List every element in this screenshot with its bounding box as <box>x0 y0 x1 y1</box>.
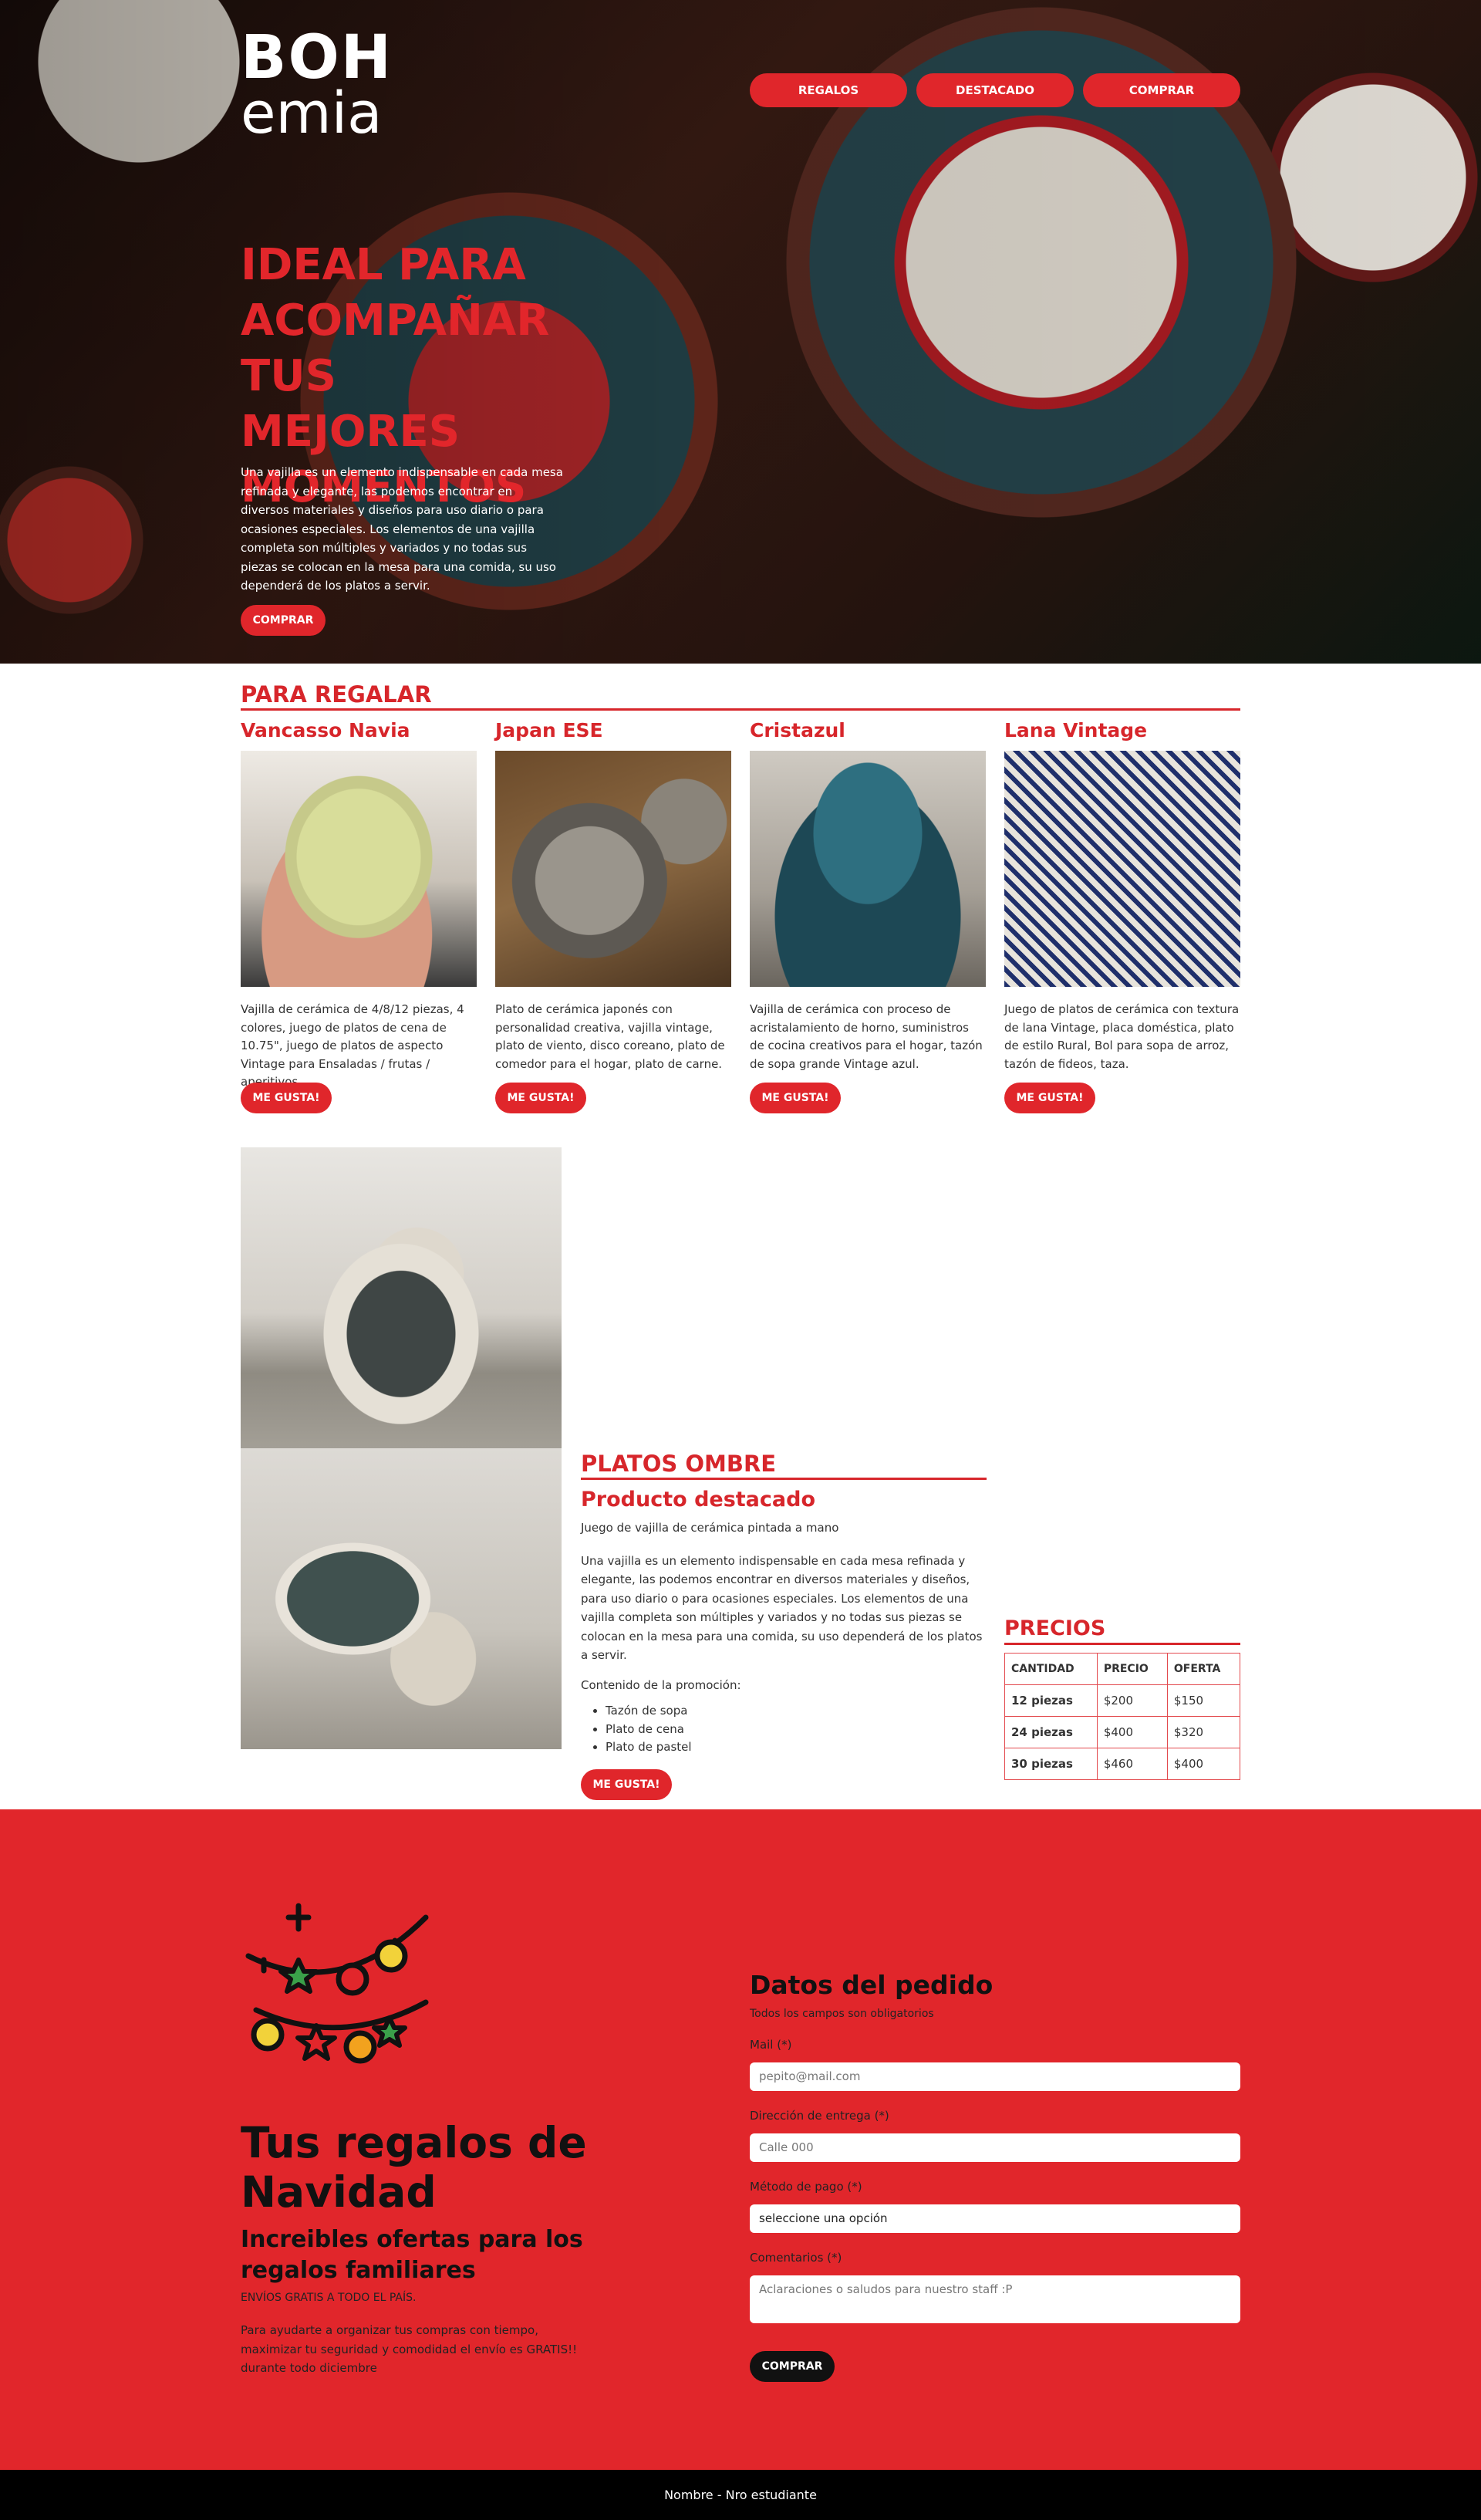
table-cell: $320 <box>1166 1716 1241 1748</box>
featured-items: Tazón de sopa Plato de cena Plato de pas… <box>606 1702 987 1757</box>
table-header: OFERTA <box>1166 1653 1241 1685</box>
order-section: Tus regalos de Navidad Increibles oferta… <box>0 1809 1481 2470</box>
like-button[interactable]: ME GUSTA! <box>241 1083 332 1113</box>
featured-subtitle: Producto destacado <box>581 1488 816 1512</box>
payment-label: Método de pago (*) <box>750 2180 862 2194</box>
featured-tagline: Juego de vajilla de cerámica pintada a m… <box>581 1521 839 1535</box>
table-cell: $460 <box>1096 1748 1168 1780</box>
featured-like-button[interactable]: ME GUSTA! <box>581 1768 672 1800</box>
comments-textarea[interactable]: Aclaraciones o saludos para nuestro staf… <box>750 2275 1240 2323</box>
featured-body: PLATOS OMBRE Producto destacado Juego de… <box>581 1450 987 1800</box>
product-image <box>1004 751 1240 987</box>
table-cell: $400 <box>1096 1716 1168 1748</box>
comments-label: Comentarios (*) <box>750 2251 842 2265</box>
order-form: Datos del pedido Todos los campos son ob… <box>750 1968 1240 2382</box>
product-description: Vajilla de cerámica con proceso de acris… <box>750 1002 983 1071</box>
table-cell: $200 <box>1096 1684 1168 1717</box>
logo-line2: emia <box>241 80 383 147</box>
footer: Nombre - Nro estudiante <box>0 2470 1481 2520</box>
list-item: Plato de cena <box>606 1721 987 1739</box>
mail-field-group: Mail (*) pepito@mail.com <box>750 2038 1240 2091</box>
featured-title: PLATOS OMBRE <box>581 1450 987 1480</box>
form-required-note: Todos los campos son obligatorios <box>750 2008 934 2020</box>
table-cell: 12 piezas <box>1004 1684 1098 1717</box>
hero-text: Una vajilla es un elemento indispensable… <box>241 465 563 593</box>
address-label: Dirección de entrega (*) <box>750 2109 889 2123</box>
table-row: 30 piezas $460 $400 <box>1004 1748 1241 1780</box>
form-title: Datos del pedido <box>750 1970 994 2000</box>
table-header-row: CANTIDAD PRECIO OFERTA <box>1004 1653 1241 1685</box>
product-description: Plato de cerámica japonés con personalid… <box>495 1002 725 1071</box>
main-nav: REGALOS DESTACADO COMPRAR <box>750 73 1240 107</box>
product-description: Vajilla de cerámica de 4/8/12 piezas, 4 … <box>241 1002 464 1089</box>
product-card: Cristazul Vajilla de cerámica con proces… <box>750 718 986 1113</box>
product-name: Cristazul <box>750 719 845 741</box>
mail-label: Mail (*) <box>750 2038 792 2052</box>
gifts-section: PARA REGALAR Vancasso Navia Vajilla de c… <box>0 664 1481 1800</box>
nav-comprar-button[interactable]: COMPRAR <box>1083 73 1240 107</box>
footer-text: Nombre - Nro estudiante <box>664 2488 817 2502</box>
promo-subtitle: Increibles ofertas para los regalos fami… <box>241 2226 583 2284</box>
address-input[interactable]: Calle 000 <box>750 2133 1240 2162</box>
prices-title: PRECIOS <box>1004 1615 1240 1645</box>
brand-logo[interactable]: BOH emia <box>241 23 393 147</box>
hero-buy-button[interactable]: COMPRAR <box>241 605 326 636</box>
product-cards: Vancasso Navia Vajilla de cerámica de 4/… <box>241 718 1240 1113</box>
product-card: Lana Vintage Juego de platos de cerámica… <box>1004 718 1240 1113</box>
table-cell: $150 <box>1166 1684 1241 1717</box>
promo-title: Tus regalos de Navidad <box>241 2118 587 2217</box>
table-cell: 24 piezas <box>1004 1716 1098 1748</box>
table-cell: 30 piezas <box>1004 1748 1098 1780</box>
table-cell: $400 <box>1166 1748 1241 1780</box>
gifts-title: PARA REGALAR <box>241 681 1240 711</box>
featured-image-bottom <box>241 1448 562 1749</box>
product-image <box>495 751 731 987</box>
christmas-lights-icon <box>245 1903 429 2064</box>
mail-input[interactable]: pepito@mail.com <box>750 2062 1240 2091</box>
table-header: PRECIO <box>1096 1653 1168 1685</box>
product-name: Lana Vintage <box>1004 719 1148 741</box>
featured-text: Una vajilla es un elemento indispensable… <box>581 1553 983 1663</box>
table-header: CANTIDAD <box>1004 1653 1098 1685</box>
featured-section: PLATOS OMBRE Producto destacado Juego de… <box>241 1147 1241 1800</box>
comments-field-group: Comentarios (*) Aclaraciones o saludos p… <box>750 2251 1240 2323</box>
table-row: 24 piezas $400 $320 <box>1004 1716 1241 1748</box>
payment-field-group: Método de pago (*) seleccione una opción <box>750 2180 1240 2233</box>
prices-table: CANTIDAD PRECIO OFERTA 12 piezas $200 $1… <box>1004 1653 1241 1780</box>
featured-contents-label: Contenido de la promoción: <box>581 1677 741 1692</box>
address-field-group: Dirección de entrega (*) Calle 000 <box>750 2109 1240 2162</box>
promo-shipping-note: ENVÍOS GRATIS A TODO EL PAÍS. <box>241 2292 417 2304</box>
list-item: Plato de pastel <box>606 1738 987 1757</box>
featured-image-top <box>241 1147 562 1448</box>
product-image <box>750 751 986 987</box>
like-button[interactable]: ME GUSTA! <box>750 1083 841 1113</box>
payment-select[interactable]: seleccione una opción <box>750 2204 1240 2233</box>
promo-text: Para ayudarte a organizar tus compras co… <box>241 2323 578 2375</box>
nav-regalos-button[interactable]: REGALOS <box>750 73 907 107</box>
hero-section: BOH emia REGALOS DESTACADO COMPRAR IDEAL… <box>0 0 1481 664</box>
product-description: Juego de platos de cerámica con textura … <box>1004 1002 1240 1071</box>
like-button[interactable]: ME GUSTA! <box>1004 1083 1095 1113</box>
product-card: Vancasso Navia Vajilla de cerámica de 4/… <box>241 718 477 1113</box>
list-item: Tazón de sopa <box>606 1702 987 1721</box>
logo-line1: BOH <box>241 23 393 93</box>
nav-destacado-button[interactable]: DESTACADO <box>916 73 1074 107</box>
product-name: Japan ESE <box>495 719 603 741</box>
product-card: Japan ESE Plato de cerámica japonés con … <box>495 718 731 1113</box>
prices-block: PRECIOS CANTIDAD PRECIO OFERTA 12 piezas… <box>1004 1615 1241 1780</box>
product-image <box>241 751 477 987</box>
submit-button[interactable]: COMPRAR <box>750 2351 835 2382</box>
like-button[interactable]: ME GUSTA! <box>495 1083 586 1113</box>
product-name: Vancasso Navia <box>241 719 410 741</box>
table-row: 12 piezas $200 $150 <box>1004 1684 1241 1717</box>
